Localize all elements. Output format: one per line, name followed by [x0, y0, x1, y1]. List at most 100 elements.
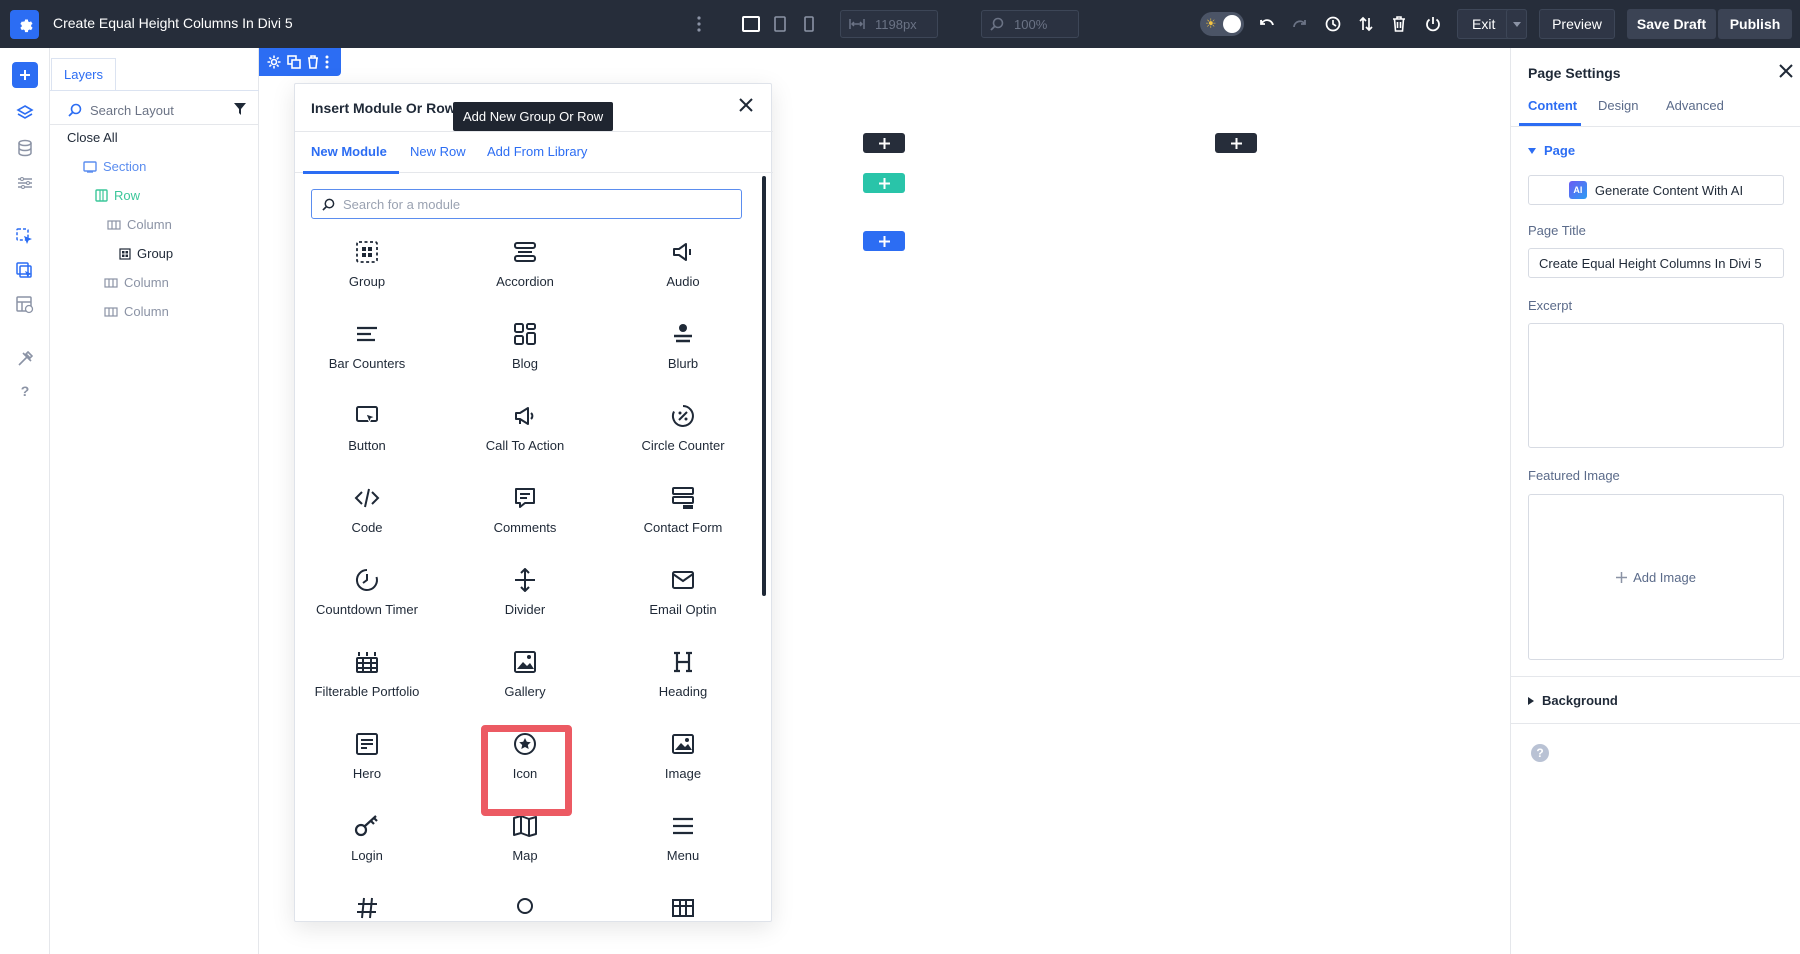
undo-icon[interactable] [1256, 13, 1278, 35]
layer-label: Column [127, 217, 172, 232]
tab-design[interactable]: Design [1598, 98, 1638, 113]
tab-content[interactable]: Content [1528, 98, 1577, 113]
tab-new-module[interactable]: New Module [311, 144, 387, 159]
power-icon[interactable] [1422, 13, 1444, 35]
background-group-toggle[interactable]: Background [1528, 693, 1618, 708]
zoom-value: 100% [1014, 17, 1047, 32]
divider [1511, 676, 1800, 677]
module-filterable-portfolio[interactable]: Filterable Portfolio [297, 634, 437, 714]
layers-icon[interactable] [12, 100, 38, 126]
tab-new-row[interactable]: New Row [410, 144, 466, 159]
module-comments[interactable]: Comments [455, 470, 595, 550]
hero-icon [353, 730, 381, 758]
close-icon[interactable] [1779, 64, 1795, 80]
tools-icon[interactable] [12, 346, 38, 372]
bar-counters-icon [353, 320, 381, 348]
module-search-field[interactable] [311, 189, 742, 219]
settings-sliders-icon[interactable] [12, 170, 38, 196]
module-partial[interactable] [455, 880, 595, 921]
module-call-to-action[interactable]: Call To Action [455, 388, 595, 468]
preview-button[interactable]: Preview [1539, 9, 1615, 39]
module-bar-counters[interactable]: Bar Counters [297, 306, 437, 386]
module-blog[interactable]: Blog [455, 306, 595, 386]
module-audio[interactable]: Audio [613, 224, 753, 304]
module-button[interactable]: Button [297, 388, 437, 468]
module-email-optin[interactable]: Email Optin [613, 552, 753, 632]
excerpt-field[interactable] [1528, 323, 1784, 448]
layer-column[interactable]: Column [104, 304, 169, 319]
module-gallery[interactable]: Gallery [455, 634, 595, 714]
canvas-width-field[interactable]: 1198px [840, 10, 938, 38]
module-accordion[interactable]: Accordion [455, 224, 595, 304]
sun-icon: ☀ [1205, 16, 1217, 32]
duplicate-icon[interactable] [287, 55, 301, 69]
layer-group[interactable]: Group [119, 246, 173, 261]
add-button[interactable] [12, 62, 38, 88]
layer-column[interactable]: Column [107, 217, 172, 232]
layer-column[interactable]: Column [104, 275, 169, 290]
page-title-field[interactable]: Create Equal Height Columns In Divi 5 [1528, 248, 1784, 278]
database-icon[interactable] [12, 135, 38, 161]
module-blurb[interactable]: Blurb [613, 306, 753, 386]
module-partial[interactable] [613, 880, 753, 921]
publish-button[interactable]: Publish [1718, 9, 1792, 39]
featured-image-label: Featured Image [1528, 468, 1620, 483]
module-countdown-timer[interactable]: Countdown Timer [297, 552, 437, 632]
module-menu[interactable]: Menu [613, 798, 753, 878]
blurb-icon [669, 320, 697, 348]
add-row-button[interactable] [863, 173, 905, 193]
divi-settings-button[interactable] [10, 10, 39, 39]
add-module-button[interactable] [1215, 133, 1257, 153]
trash-icon[interactable] [307, 55, 319, 69]
page-group-toggle[interactable]: Page [1528, 143, 1575, 158]
generate-ai-button[interactable]: AI Generate Content With AI [1528, 175, 1784, 205]
tablet-view-icon[interactable] [769, 13, 791, 35]
close-icon[interactable] [739, 98, 757, 116]
zoom-field[interactable]: 100% [981, 10, 1079, 38]
module-heading[interactable]: Heading [613, 634, 753, 714]
layers-search-input[interactable]: Search Layout [68, 99, 248, 121]
module-hero[interactable]: Hero [297, 716, 437, 796]
desktop-view-icon[interactable] [740, 13, 762, 35]
chevron-right-icon [1528, 697, 1534, 705]
layer-row[interactable]: Row [95, 188, 140, 203]
module-search-input[interactable] [343, 197, 723, 212]
history-icon[interactable] [1322, 13, 1344, 35]
module-login[interactable]: Login [297, 798, 437, 878]
more-vertical-icon[interactable] [688, 13, 710, 35]
module-contact-form[interactable]: Contact Form [613, 470, 753, 550]
save-draft-button[interactable]: Save Draft [1627, 9, 1716, 39]
redo-icon[interactable] [1289, 13, 1311, 35]
gear-icon[interactable] [267, 55, 281, 69]
tab-advanced[interactable]: Advanced [1666, 98, 1724, 113]
click-select-icon[interactable] [12, 224, 38, 250]
close-all-link[interactable]: Close All [67, 130, 118, 145]
tab-layers[interactable]: Layers [51, 58, 116, 90]
add-section-button[interactable] [863, 231, 905, 251]
module-code[interactable]: Code [297, 470, 437, 550]
tab-add-from-library[interactable]: Add From Library [487, 144, 587, 159]
more-vertical-icon[interactable] [325, 55, 329, 69]
help-icon[interactable]: ? [12, 378, 38, 404]
module-group[interactable]: Group [297, 224, 437, 304]
multi-select-icon[interactable] [12, 258, 38, 284]
filter-icon[interactable] [234, 103, 246, 115]
group-label: Page [1544, 143, 1575, 158]
module-image[interactable]: Image [613, 716, 753, 796]
help-icon[interactable]: ? [1531, 744, 1549, 762]
add-module-button[interactable] [863, 133, 905, 153]
add-image-button[interactable]: Add Image [1528, 494, 1784, 660]
layer-section[interactable]: Section [83, 159, 146, 174]
portability-icon[interactable] [1355, 13, 1377, 35]
template-icon[interactable] [12, 292, 38, 318]
module-divider[interactable]: Divider [455, 552, 595, 632]
module-circle-counter[interactable]: Circle Counter [613, 388, 753, 468]
page-title-label: Page Title [1528, 223, 1586, 238]
module-partial[interactable] [297, 880, 437, 921]
trash-icon[interactable] [1388, 13, 1410, 35]
exit-dropdown-button[interactable] [1506, 9, 1527, 39]
phone-view-icon[interactable] [798, 13, 820, 35]
add-image-label: Add Image [1633, 570, 1696, 585]
theme-toggle[interactable]: ☀ [1200, 12, 1244, 36]
publish-label: Publish [1730, 16, 1781, 32]
